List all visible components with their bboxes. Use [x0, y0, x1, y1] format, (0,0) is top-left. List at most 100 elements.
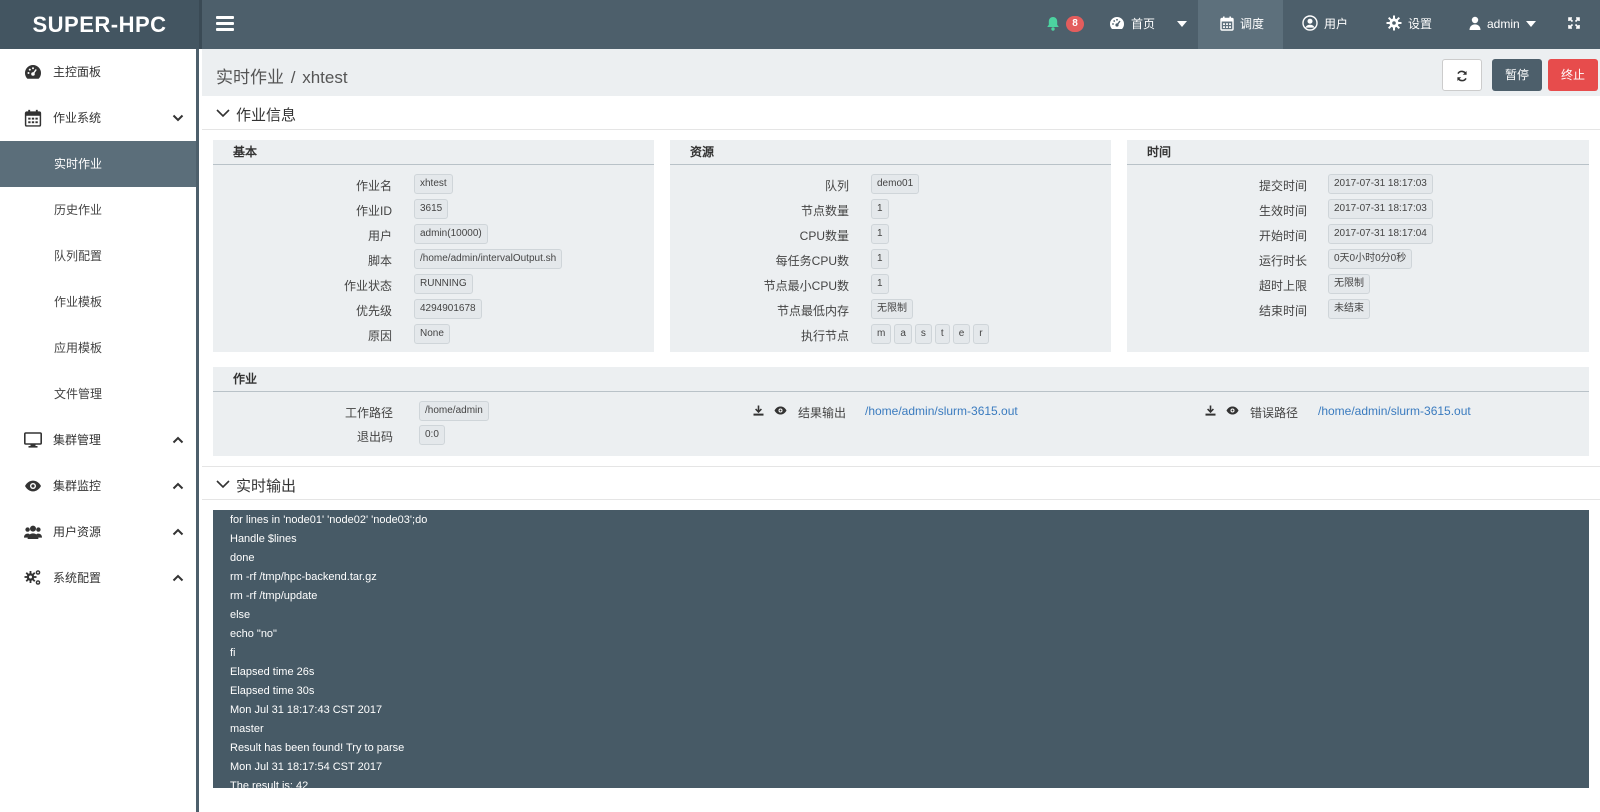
- exec-node-tag: s: [914, 324, 932, 344]
- sidebar-item-app-templates[interactable]: 应用模板: [0, 325, 196, 371]
- breadcrumb-parent[interactable]: 实时作业: [216, 68, 284, 87]
- output-line: Handle $lines: [230, 533, 297, 545]
- fullscreen-button[interactable]: [1568, 0, 1586, 49]
- refresh-icon: [1457, 70, 1467, 82]
- nav-schedule[interactable]: 调度: [1198, 0, 1283, 49]
- output-line: Mon Jul 31 18:17:43 CST 2017: [230, 704, 383, 716]
- chevron-down-icon: [216, 109, 230, 118]
- output-line: Result has been found! Try to parse: [230, 742, 405, 754]
- field-value: xhtest: [414, 174, 453, 194]
- expand-icon: [1568, 17, 1580, 30]
- chevron-down-icon[interactable]: [1177, 20, 1188, 27]
- field-value: 2017-07-31 18:17:03: [1328, 199, 1433, 219]
- refresh-button[interactable]: [1442, 59, 1482, 91]
- info-row: 执行节点 master: [670, 324, 1111, 344]
- eye-icon[interactable]: [774, 406, 787, 415]
- field-label: 开始时间: [1258, 229, 1307, 243]
- eye-icon[interactable]: [1226, 406, 1239, 415]
- info-row: 运行时长 0天0小时0分0秒: [1127, 249, 1589, 269]
- notification-bell[interactable]: [1046, 0, 1066, 49]
- sidebar-item-history-jobs[interactable]: 历史作业: [0, 187, 196, 233]
- top-navbar: SUPER-HPC 8 首页 调度 用户 设置 admin: [0, 0, 1600, 49]
- nav-home-label: 首页: [1131, 17, 1156, 31]
- sidebar-item-cluster-management[interactable]: 集群管理: [0, 417, 196, 463]
- info-row: 提交时间 2017-07-31 18:17:03: [1127, 174, 1589, 194]
- sidebar-item-realtime-jobs[interactable]: 实时作业: [0, 141, 196, 187]
- realtime-output-section-header[interactable]: 实时输出: [202, 466, 1600, 500]
- field-value: 1: [871, 249, 889, 269]
- pause-button[interactable]: 暂停: [1492, 59, 1542, 91]
- breadcrumb-current: xhtest: [302, 68, 348, 87]
- field-value: 1: [871, 274, 889, 294]
- workdir-value: /home/admin: [419, 401, 489, 421]
- nav-admin-menu[interactable]: admin: [1469, 0, 1536, 49]
- nav-users-label: 用户: [1324, 17, 1349, 31]
- realtime-output-console[interactable]: for lines in 'node01' 'node02' 'node03';…: [213, 510, 1589, 788]
- field-label: 错误路径: [1250, 406, 1299, 420]
- sidebar-item-job-templates[interactable]: 作业模板: [0, 279, 196, 325]
- sidebar-item-label: 用户资源: [53, 525, 102, 539]
- panel-title: 资源: [670, 140, 1111, 165]
- stderr-path-link[interactable]: /home/admin/slurm-3615.out: [1318, 404, 1471, 418]
- sidebar-item-cluster-monitor[interactable]: 集群监控: [0, 463, 196, 509]
- breadcrumb: 实时作业 / xhtest: [216, 63, 348, 88]
- job-paths-panel: 作业 工作路径 /home/admin 退出码 0:0 结果输出 /home/a…: [213, 367, 1589, 456]
- sidebar-item-dashboard[interactable]: 主控面板: [0, 49, 196, 95]
- output-line: echo "no": [230, 628, 277, 640]
- sidebar-item-label: 文件管理: [54, 387, 103, 401]
- field-value: 无限制: [1328, 274, 1370, 294]
- output-line: The result is: 42: [230, 780, 309, 788]
- field-label: 工作路径: [344, 406, 393, 420]
- field-label: 用户: [367, 229, 392, 243]
- nav-users[interactable]: 用户: [1302, 0, 1348, 49]
- sidebar-item-file-manager[interactable]: 文件管理: [0, 371, 196, 417]
- download-icon[interactable]: [753, 405, 764, 416]
- nav-settings[interactable]: 设置: [1386, 0, 1432, 49]
- sidebar-item-label: 历史作业: [54, 203, 103, 217]
- job-info-section-header[interactable]: 作业信息: [202, 96, 1600, 130]
- hamburger-menu-icon[interactable]: [216, 16, 234, 32]
- sidebar-item-user-resources[interactable]: 用户资源: [0, 509, 196, 555]
- field-value: 0天0小时0分0秒: [1328, 249, 1413, 269]
- brand-logo[interactable]: SUPER-HPC: [0, 0, 199, 49]
- field-label: 作业名: [355, 179, 392, 193]
- chevron-down-icon[interactable]: [1525, 20, 1536, 27]
- stdout-row: 结果输出 /home/admin/slurm-3615.out: [753, 401, 1153, 421]
- panel-title: 基本: [213, 140, 654, 165]
- dashboard-icon: [1110, 17, 1125, 30]
- output-line: Elapsed time 26s: [230, 666, 315, 678]
- nav-admin-label: admin: [1487, 17, 1520, 31]
- output-line: rm -rf /tmp/hpc-backend.tar.gz: [230, 571, 377, 583]
- field-label: 超时上限: [1258, 279, 1307, 293]
- output-line: master: [230, 723, 264, 735]
- nav-schedule-label: 调度: [1240, 17, 1265, 31]
- chevron-up-icon: [172, 574, 184, 582]
- output-line: done: [230, 552, 255, 564]
- nav-home[interactable]: 首页: [1109, 0, 1188, 49]
- stop-button[interactable]: 终止: [1548, 59, 1598, 91]
- sidebar-item-queue-config[interactable]: 队列配置: [0, 233, 196, 279]
- sidebar-item-job-system[interactable]: 作业系统: [0, 95, 196, 141]
- chevron-up-icon: [172, 482, 184, 490]
- download-icon[interactable]: [1205, 405, 1216, 416]
- field-value: 1: [871, 224, 889, 244]
- chevron-down-icon: [172, 114, 184, 122]
- section-title: 实时输出: [236, 478, 297, 495]
- stdout-path-link[interactable]: /home/admin/slurm-3615.out: [865, 404, 1018, 418]
- stderr-row: 错误路径 /home/admin/slurm-3615.out: [1205, 401, 1589, 421]
- dashboard-icon: [25, 65, 42, 79]
- time-panel: 时间 提交时间 2017-07-31 18:17:03 生效时间 2017-07…: [1127, 140, 1589, 352]
- field-value: 2017-07-31 18:17:03: [1328, 174, 1433, 194]
- field-label: 运行时长: [1258, 254, 1307, 268]
- info-row: 每任务CPU数 1: [670, 249, 1111, 269]
- sidebar-item-system-config[interactable]: 系统配置: [0, 555, 196, 601]
- sidebar-item-label: 实时作业: [54, 157, 103, 171]
- info-row: 结束时间 未结束: [1127, 299, 1589, 319]
- field-value: demo01: [871, 174, 920, 194]
- users-icon: [24, 525, 42, 539]
- info-row: 工作路径 /home/admin: [213, 401, 613, 421]
- output-line: else: [230, 609, 251, 621]
- field-label: 执行节点: [800, 329, 849, 343]
- sidebar-item-label: 队列配置: [54, 249, 103, 263]
- exec-node-tag: r: [973, 324, 989, 344]
